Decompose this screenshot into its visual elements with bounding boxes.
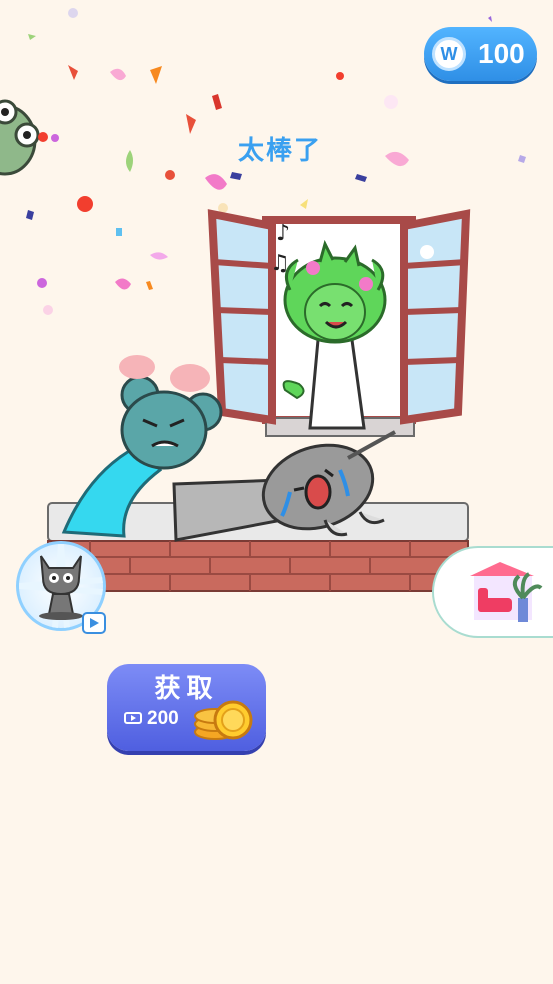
room-button[interactable] [432,546,553,638]
get-reward-button[interactable]: 获取 200 [107,664,266,751]
svg-text:♪: ♪ [276,221,290,246]
video-ad-icon [124,712,142,724]
gold-coins-icon [194,700,253,740]
green-frog-character [0,99,59,176]
praise-text: 太棒了 [238,135,323,165]
get-button-cost: 200 [147,708,179,729]
level-scene: ♪ ♫ [0,8,526,592]
svg-text:♫: ♫ [270,251,290,276]
room-furniture-icon [470,562,543,622]
play-video-icon [82,612,106,634]
